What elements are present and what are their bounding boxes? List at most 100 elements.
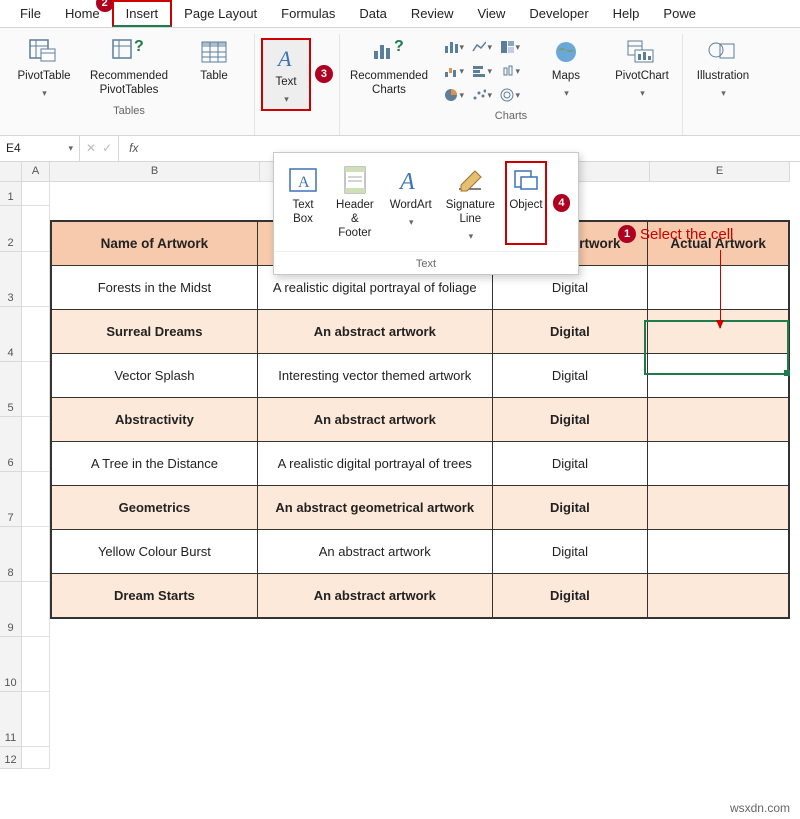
row-header-11[interactable]: 11 [0, 692, 22, 747]
fx-icon[interactable]: fx [119, 141, 148, 155]
menu-formulas[interactable]: Formulas [269, 2, 347, 25]
header-footer-button[interactable]: Header & Footer [330, 161, 380, 245]
table-cell[interactable]: Digital [492, 397, 648, 441]
table-cell[interactable]: A realistic digital portrayal of trees [257, 441, 492, 485]
row-header-10[interactable]: 10 [0, 637, 22, 692]
ribbon-group-illustrations: Illustration ▾ [683, 34, 763, 135]
object-button[interactable]: Object [505, 161, 547, 245]
row-header-3[interactable]: 3 [0, 252, 22, 307]
menu-help[interactable]: Help [601, 2, 652, 25]
text-box-button[interactable]: A Text Box [282, 161, 324, 245]
menu-view[interactable]: View [465, 2, 517, 25]
chevron-down-icon: ▾ [721, 88, 726, 99]
hbar-icon[interactable]: ▾ [472, 62, 492, 80]
menu-review[interactable]: Review [399, 2, 466, 25]
table-row[interactable]: AbstractivityAn abstract artworkDigital [51, 397, 789, 441]
pie-icon[interactable]: ▾ [444, 86, 464, 104]
illustrations-icon [707, 38, 739, 66]
table-cell[interactable]: Forests in the Midst [51, 265, 257, 309]
menu-page-layout[interactable]: Page Layout [172, 2, 269, 25]
row-header-12[interactable]: 12 [0, 747, 22, 769]
svg-text:A: A [276, 46, 292, 71]
cancel-x-icon[interactable]: ✕ [86, 141, 96, 155]
row-header-6[interactable]: 6 [0, 417, 22, 472]
table-cell[interactable]: Digital [492, 529, 648, 573]
recommended-pivottables-button[interactable]: ? Recommended PivotTables [90, 38, 168, 98]
col-header-e[interactable]: E [650, 162, 790, 182]
pivottable-button[interactable]: PivotTable ▾ [14, 38, 74, 99]
treemap-icon[interactable]: ▾ [500, 38, 520, 56]
chevron-down-icon: ▾ [42, 88, 47, 99]
pivotchart-button[interactable]: PivotChart ▾ [612, 38, 672, 99]
header-footer-label: Header & Footer [334, 199, 376, 240]
table-cell[interactable]: An abstract geometrical artwork [257, 485, 492, 529]
row-header-7[interactable]: 7 [0, 472, 22, 527]
table-cell[interactable] [648, 529, 789, 573]
table-cell[interactable]: Digital [492, 309, 648, 353]
waterfall-icon[interactable]: ▾ [444, 62, 464, 80]
table-row[interactable]: Yellow Colour BurstAn abstract artworkDi… [51, 529, 789, 573]
table-cell[interactable] [648, 573, 789, 618]
table-cell[interactable] [648, 485, 789, 529]
menu-data[interactable]: Data [347, 2, 398, 25]
bar-chart-icon[interactable]: ▾ [444, 38, 464, 56]
watermark: wsxdn.com [730, 801, 790, 815]
table-cell[interactable]: An abstract artwork [257, 529, 492, 573]
table-cell[interactable]: Vector Splash [51, 353, 257, 397]
table-cell[interactable]: An abstract artwork [257, 573, 492, 618]
boxwhisker-icon[interactable]: ▾ [500, 62, 520, 80]
table-row[interactable]: Vector SplashInteresting vector themed a… [51, 353, 789, 397]
row-header-9[interactable]: 9 [0, 582, 22, 637]
table-cell[interactable]: Geometrics [51, 485, 257, 529]
row-header-4[interactable]: 4 [0, 307, 22, 362]
table-cell[interactable]: A Tree in the Distance [51, 441, 257, 485]
th-name[interactable]: Name of Artwork [51, 221, 257, 266]
name-box[interactable]: E4 ▾ [0, 136, 80, 161]
table-cell[interactable] [648, 397, 789, 441]
table-row[interactable]: Dream StartsAn abstract artworkDigital [51, 573, 789, 618]
table-cell[interactable]: An abstract artwork [257, 309, 492, 353]
table-cell[interactable]: Digital [492, 353, 648, 397]
select-all-corner[interactable] [0, 162, 22, 182]
table-row[interactable]: Surreal DreamsAn abstract artworkDigital [51, 309, 789, 353]
callout-text: Select the cell [640, 226, 733, 243]
confirm-check-icon[interactable]: ✓ [102, 141, 112, 155]
col-header-b[interactable]: B [50, 162, 260, 182]
illustrations-button[interactable]: Illustration ▾ [693, 38, 753, 99]
table-cell[interactable] [648, 265, 789, 309]
table-cell[interactable] [648, 353, 789, 397]
table-cell[interactable]: An abstract artwork [257, 397, 492, 441]
data-table: Name of Artwork Description Type of Artw… [50, 220, 790, 619]
recommended-charts-button[interactable]: ? Recommended Charts [350, 38, 428, 98]
maps-label: Maps [552, 70, 580, 84]
signature-line-button[interactable]: Signature Line ▾ [442, 161, 499, 245]
table-cell[interactable]: Digital [492, 485, 648, 529]
table-cell[interactable] [648, 309, 789, 353]
row-header-5[interactable]: 5 [0, 362, 22, 417]
wordart-button[interactable]: A WordArt ▾ [386, 161, 436, 245]
table-row[interactable]: GeometricsAn abstract geometrical artwor… [51, 485, 789, 529]
table-cell[interactable]: Dream Starts [51, 573, 257, 618]
line-chart-icon[interactable]: ▾ [472, 38, 492, 56]
col-header-a[interactable]: A [22, 162, 50, 182]
table-cell[interactable]: Interesting vector themed artwork [257, 353, 492, 397]
table-cell[interactable]: Surreal Dreams [51, 309, 257, 353]
row-header-2[interactable]: 2 [0, 206, 22, 252]
menu-file[interactable]: File [8, 2, 53, 25]
row-header-8[interactable]: 8 [0, 527, 22, 582]
table-row[interactable]: A Tree in the DistanceA realistic digita… [51, 441, 789, 485]
menu-insert[interactable]: Insert [112, 0, 173, 27]
table-cell[interactable]: Yellow Colour Burst [51, 529, 257, 573]
table-button[interactable]: Table [184, 38, 244, 84]
radar-icon[interactable]: ▾ [500, 86, 520, 104]
menu-developer[interactable]: Developer [517, 2, 600, 25]
table-cell[interactable]: Digital [492, 441, 648, 485]
table-cell[interactable] [648, 441, 789, 485]
menu-power[interactable]: Powe [651, 2, 708, 25]
maps-button[interactable]: Maps ▾ [536, 38, 596, 99]
scatter-icon[interactable]: ▾ [472, 86, 492, 104]
table-cell[interactable]: Abstractivity [51, 397, 257, 441]
row-header-1[interactable]: 1 [0, 182, 22, 206]
table-cell[interactable]: Digital [492, 573, 648, 618]
text-dropdown-button[interactable]: A Text ▾ [261, 38, 311, 111]
